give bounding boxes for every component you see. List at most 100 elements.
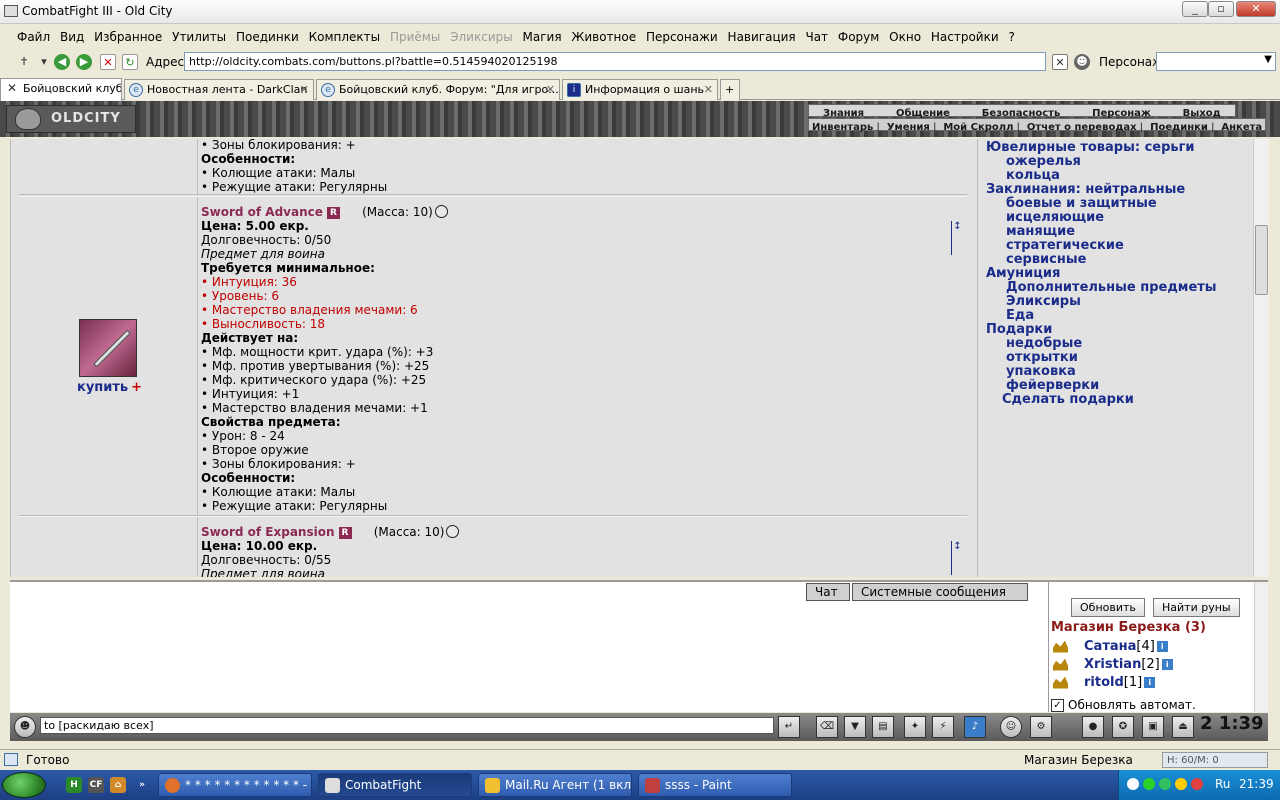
quicklaunch-icon[interactable]: ⌂ xyxy=(110,777,126,793)
find-runes-button[interactable]: Найти руны xyxy=(1153,598,1240,617)
menu-characters[interactable]: Персонажи xyxy=(643,28,721,46)
tab-news[interactable]: e Новостная лента - DarkClan ✕ xyxy=(124,79,314,100)
quicklaunch-icon[interactable]: CF xyxy=(88,777,104,793)
subnav-battles[interactable]: Поединки xyxy=(1147,122,1211,133)
menu-file[interactable]: Файл xyxy=(14,28,53,46)
menu-favorites[interactable]: Избранное xyxy=(91,28,165,46)
online-scrollbar[interactable] xyxy=(1254,582,1268,712)
category-spells-neutral[interactable]: Заклинания: нейтральные xyxy=(986,183,1185,197)
menu-animal[interactable]: Животное xyxy=(568,28,639,46)
category-luring[interactable]: манящие xyxy=(1006,225,1075,239)
stop-icon[interactable]: ✕ xyxy=(100,54,116,70)
persona-icon[interactable]: ☻ xyxy=(1074,54,1090,70)
close-tab-icon[interactable]: ✕ xyxy=(300,83,309,96)
category-healing[interactable]: исцеляющие xyxy=(1006,211,1104,225)
category-wrapping[interactable]: упаковка xyxy=(1006,365,1076,379)
item-name[interactable]: Sword of Expansion xyxy=(201,525,335,539)
persona-select[interactable]: ▼ xyxy=(1156,52,1276,71)
category-gifts[interactable]: Подарки xyxy=(986,323,1052,337)
online-user[interactable]: Сатана[4] i xyxy=(1053,639,1168,654)
filter-toggle-icon[interactable]: ⚡ xyxy=(932,716,954,738)
fight-icon[interactable]: ✦ xyxy=(904,716,926,738)
subnav-profile[interactable]: Анкета xyxy=(1218,122,1265,133)
scrollbar-thumb[interactable] xyxy=(1255,225,1268,295)
chat-input[interactable]: to [раскидаю всех] xyxy=(40,717,774,734)
menu-help[interactable]: ? xyxy=(1005,28,1017,46)
category-strategic[interactable]: стратегические xyxy=(1006,239,1124,253)
info-icon[interactable]: i xyxy=(1161,659,1173,670)
item-name[interactable]: Sword of Advance xyxy=(201,205,323,219)
content-scrollbar[interactable] xyxy=(1253,139,1269,577)
make-gifts-link[interactable]: Сделать подарки xyxy=(1002,393,1134,407)
smile-icon[interactable]: ☺ xyxy=(1000,716,1022,738)
task-paint[interactable]: ssss - Paint xyxy=(638,773,792,797)
back-icon[interactable]: ◀ xyxy=(54,54,70,70)
subnav-scroll[interactable]: Мой Скролл xyxy=(940,122,1016,133)
task-mailru[interactable]: Mail.Ru Агент (1 вкл... xyxy=(478,773,632,797)
tab-forum[interactable]: e Бойцовский клуб. Форум: "Для игро... ✕ xyxy=(316,79,560,100)
info-icon[interactable]: i xyxy=(1144,677,1156,688)
expand-arrow-icon[interactable]: ↕ xyxy=(951,221,963,255)
close-button[interactable]: ✕ xyxy=(1236,1,1276,17)
category-food[interactable]: Еда xyxy=(1006,309,1034,323)
expand-arrow-icon[interactable]: ↕ xyxy=(951,541,963,575)
category-extra-items[interactable]: Дополнительные предметы xyxy=(1006,281,1217,295)
rune-icon[interactable]: ✪ xyxy=(1112,716,1134,738)
category-postcards[interactable]: открытки xyxy=(1006,351,1078,365)
menu-window[interactable]: Окно xyxy=(886,28,924,46)
menu-elixirs[interactable]: Эликсиры xyxy=(447,28,516,46)
category-service[interactable]: сервисные xyxy=(1006,253,1086,267)
pin-icon[interactable]: ✝ xyxy=(16,54,32,70)
antivirus-icon[interactable] xyxy=(1191,778,1203,790)
chat-avatar-icon[interactable]: ☻ xyxy=(14,716,36,738)
menu-sets[interactable]: Комплекты xyxy=(306,28,384,46)
lock-icon[interactable]: ▣ xyxy=(1142,716,1164,738)
menu-chat[interactable]: Чат xyxy=(802,28,831,46)
chat-log[interactable]: Чат Системные сообщения xyxy=(10,580,1048,712)
close-tab-icon[interactable]: ✕ xyxy=(704,83,713,96)
category-necklaces[interactable]: ожерелья xyxy=(1006,155,1081,169)
network-icon[interactable] xyxy=(1127,778,1139,790)
maximize-button[interactable]: ▫ xyxy=(1208,1,1234,17)
subnav-skills[interactable]: Умения xyxy=(884,122,933,133)
bag-icon[interactable]: ● xyxy=(1082,716,1104,738)
more-icon[interactable]: » xyxy=(134,777,150,793)
subnav-inventory[interactable]: Инвентарь xyxy=(809,122,876,133)
subnav-transfers[interactable]: Отчет о переводах xyxy=(1024,122,1140,133)
category-fireworks[interactable]: фейерверки xyxy=(1006,379,1099,393)
category-rings[interactable]: кольца xyxy=(1006,169,1060,183)
category-unkind[interactable]: недобрые xyxy=(1006,337,1082,351)
filter-icon[interactable]: ▼ xyxy=(844,716,866,738)
menu-forum[interactable]: Форум xyxy=(835,28,882,46)
task-combatfight[interactable]: CombatFight xyxy=(318,773,472,797)
send-icon[interactable]: ↵ xyxy=(778,716,800,738)
address-input[interactable]: http://oldcity.combats.com/buttons.pl?ba… xyxy=(184,52,1046,71)
exit-icon[interactable]: ⏏ xyxy=(1172,716,1194,738)
tab-info[interactable]: i Информация о шань ✕ xyxy=(562,79,718,100)
forward-icon[interactable]: ▶ xyxy=(76,54,92,70)
chat-settings-icon[interactable]: ⚙ xyxy=(1030,716,1052,738)
tray-icon[interactable] xyxy=(1159,778,1171,790)
auto-refresh-checkbox[interactable]: ✓ Обновлять автомат. xyxy=(1051,698,1196,712)
quicklaunch-icon[interactable]: H xyxy=(66,777,82,793)
agent-icon[interactable] xyxy=(1143,778,1155,790)
log-icon[interactable]: ▤ xyxy=(872,716,894,738)
eraser-icon[interactable]: ⌫ xyxy=(816,716,838,738)
tab-chat[interactable]: Чат xyxy=(806,583,850,601)
menu-techniques[interactable]: Приёмы xyxy=(387,28,443,46)
start-button[interactable] xyxy=(2,772,46,798)
language-indicator[interactable]: Ru xyxy=(1215,777,1230,791)
volume-icon[interactable] xyxy=(1175,778,1187,790)
menu-settings[interactable]: Настройки xyxy=(928,28,1002,46)
music-icon[interactable]: ♪ xyxy=(964,716,986,738)
category-elixirs[interactable]: Эликсиры xyxy=(1006,295,1081,309)
menu-navigation[interactable]: Навигация xyxy=(725,28,799,46)
tab-system-messages[interactable]: Системные сообщения xyxy=(852,583,1028,601)
menu-view[interactable]: Вид xyxy=(57,28,87,46)
menu-utilities[interactable]: Утилиты xyxy=(169,28,229,46)
info-icon[interactable]: i xyxy=(1156,641,1168,652)
dropdown-icon[interactable]: ▾ xyxy=(36,54,52,70)
globe-icon[interactable] xyxy=(434,205,448,218)
tab-combats[interactable]: ✕ Бойцовский клуб xyxy=(0,78,122,101)
refresh-icon[interactable]: ↻ xyxy=(122,54,138,70)
